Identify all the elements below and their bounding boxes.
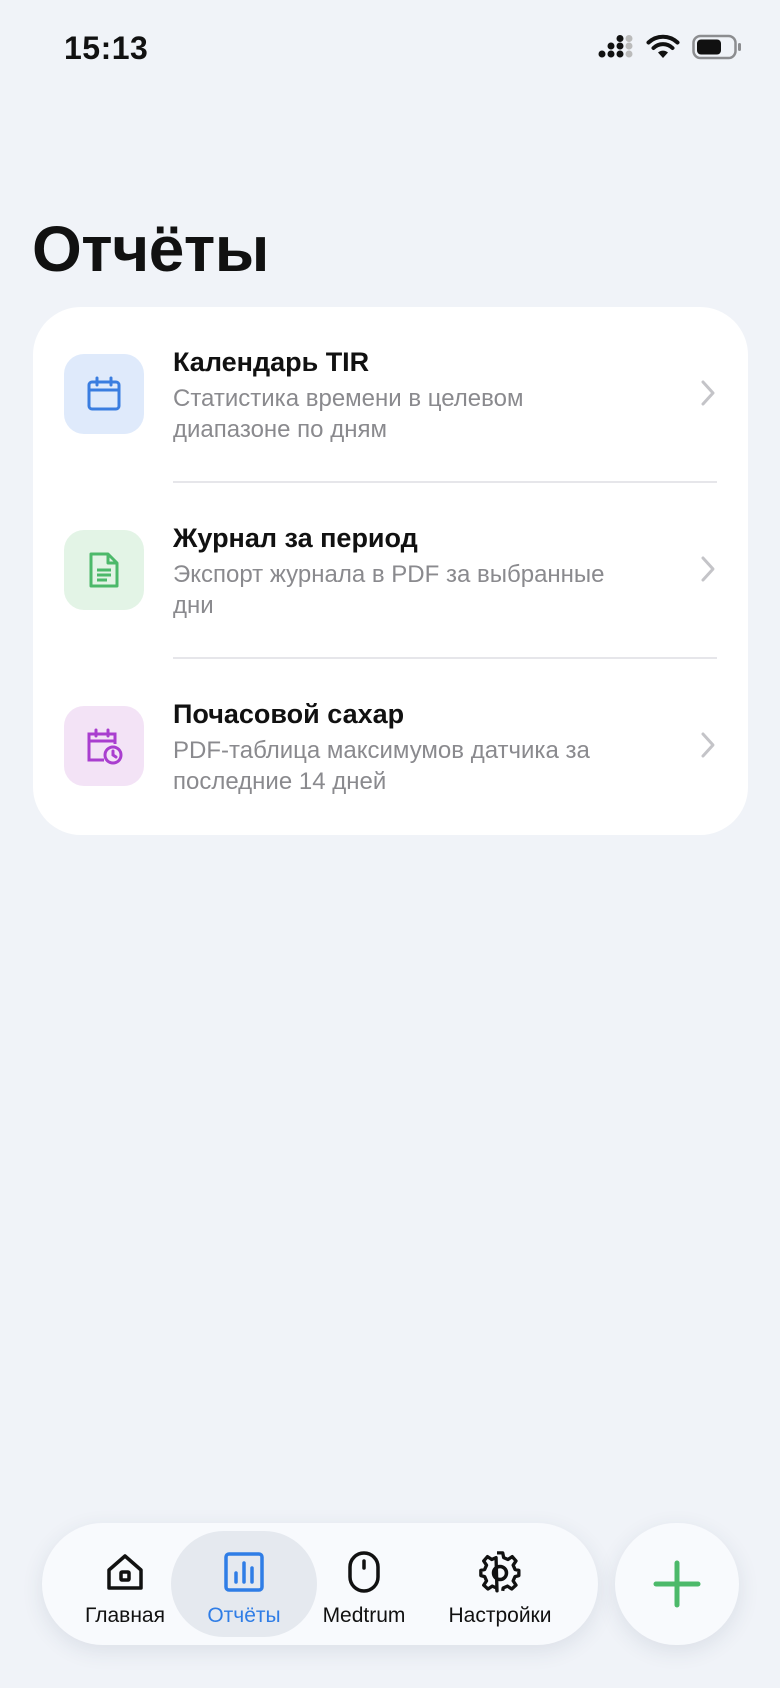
report-icon-container xyxy=(64,706,144,786)
plus-icon xyxy=(653,1560,701,1608)
report-row-tir-calendar[interactable]: Календарь TIR Статистика времени в целев… xyxy=(33,307,748,483)
report-row-period-journal[interactable]: Журнал за период Экспорт журнала в PDF з… xyxy=(33,483,748,659)
chevron-right-icon xyxy=(701,380,715,406)
page-title: Отчёты xyxy=(32,213,269,285)
status-icons xyxy=(598,34,742,60)
add-button[interactable] xyxy=(615,1523,739,1645)
battery-icon xyxy=(692,34,741,60)
report-icon-container xyxy=(64,354,144,434)
report-title: Почасовой сахар xyxy=(173,699,405,729)
report-title: Журнал за период xyxy=(173,523,418,553)
chevron-right-icon xyxy=(701,556,715,582)
report-row-hourly-sugar[interactable]: Почасовой сахар PDF-таблица максимумов д… xyxy=(33,659,748,835)
calendar-clock-icon xyxy=(87,728,123,765)
report-icon-container xyxy=(64,530,144,610)
tab-bar: Главная Отчёты Medtrum Настройки xyxy=(42,1523,598,1645)
report-subtitle: PDF-таблица максимумов датчика за послед… xyxy=(173,737,590,795)
status-time: 15:13 xyxy=(64,30,149,66)
gear-icon xyxy=(477,1549,523,1595)
report-title: Календарь TIR xyxy=(173,347,370,377)
home-icon xyxy=(102,1549,148,1595)
bar-chart-icon xyxy=(221,1549,267,1595)
tab-medtrum[interactable]: Medtrum xyxy=(291,1531,437,1637)
report-subtitle: Статистика времени в целевом диапазоне п… xyxy=(173,385,524,443)
reports-list: Календарь TIR Статистика времени в целев… xyxy=(33,307,748,835)
signal-icon xyxy=(598,35,633,58)
tab-label: Настройки xyxy=(448,1604,552,1627)
report-subtitle: Экспорт журнала в PDF за выбранные дни xyxy=(173,561,605,619)
chevron-right-icon xyxy=(701,732,715,758)
tab-label: Medtrum xyxy=(322,1604,406,1627)
status-bar: 15:13 xyxy=(0,0,780,100)
sensor-icon xyxy=(341,1549,387,1595)
calendar-icon xyxy=(87,376,121,411)
tab-settings[interactable]: Настройки xyxy=(427,1531,573,1637)
document-icon xyxy=(89,552,119,588)
wifi-icon xyxy=(646,34,680,58)
